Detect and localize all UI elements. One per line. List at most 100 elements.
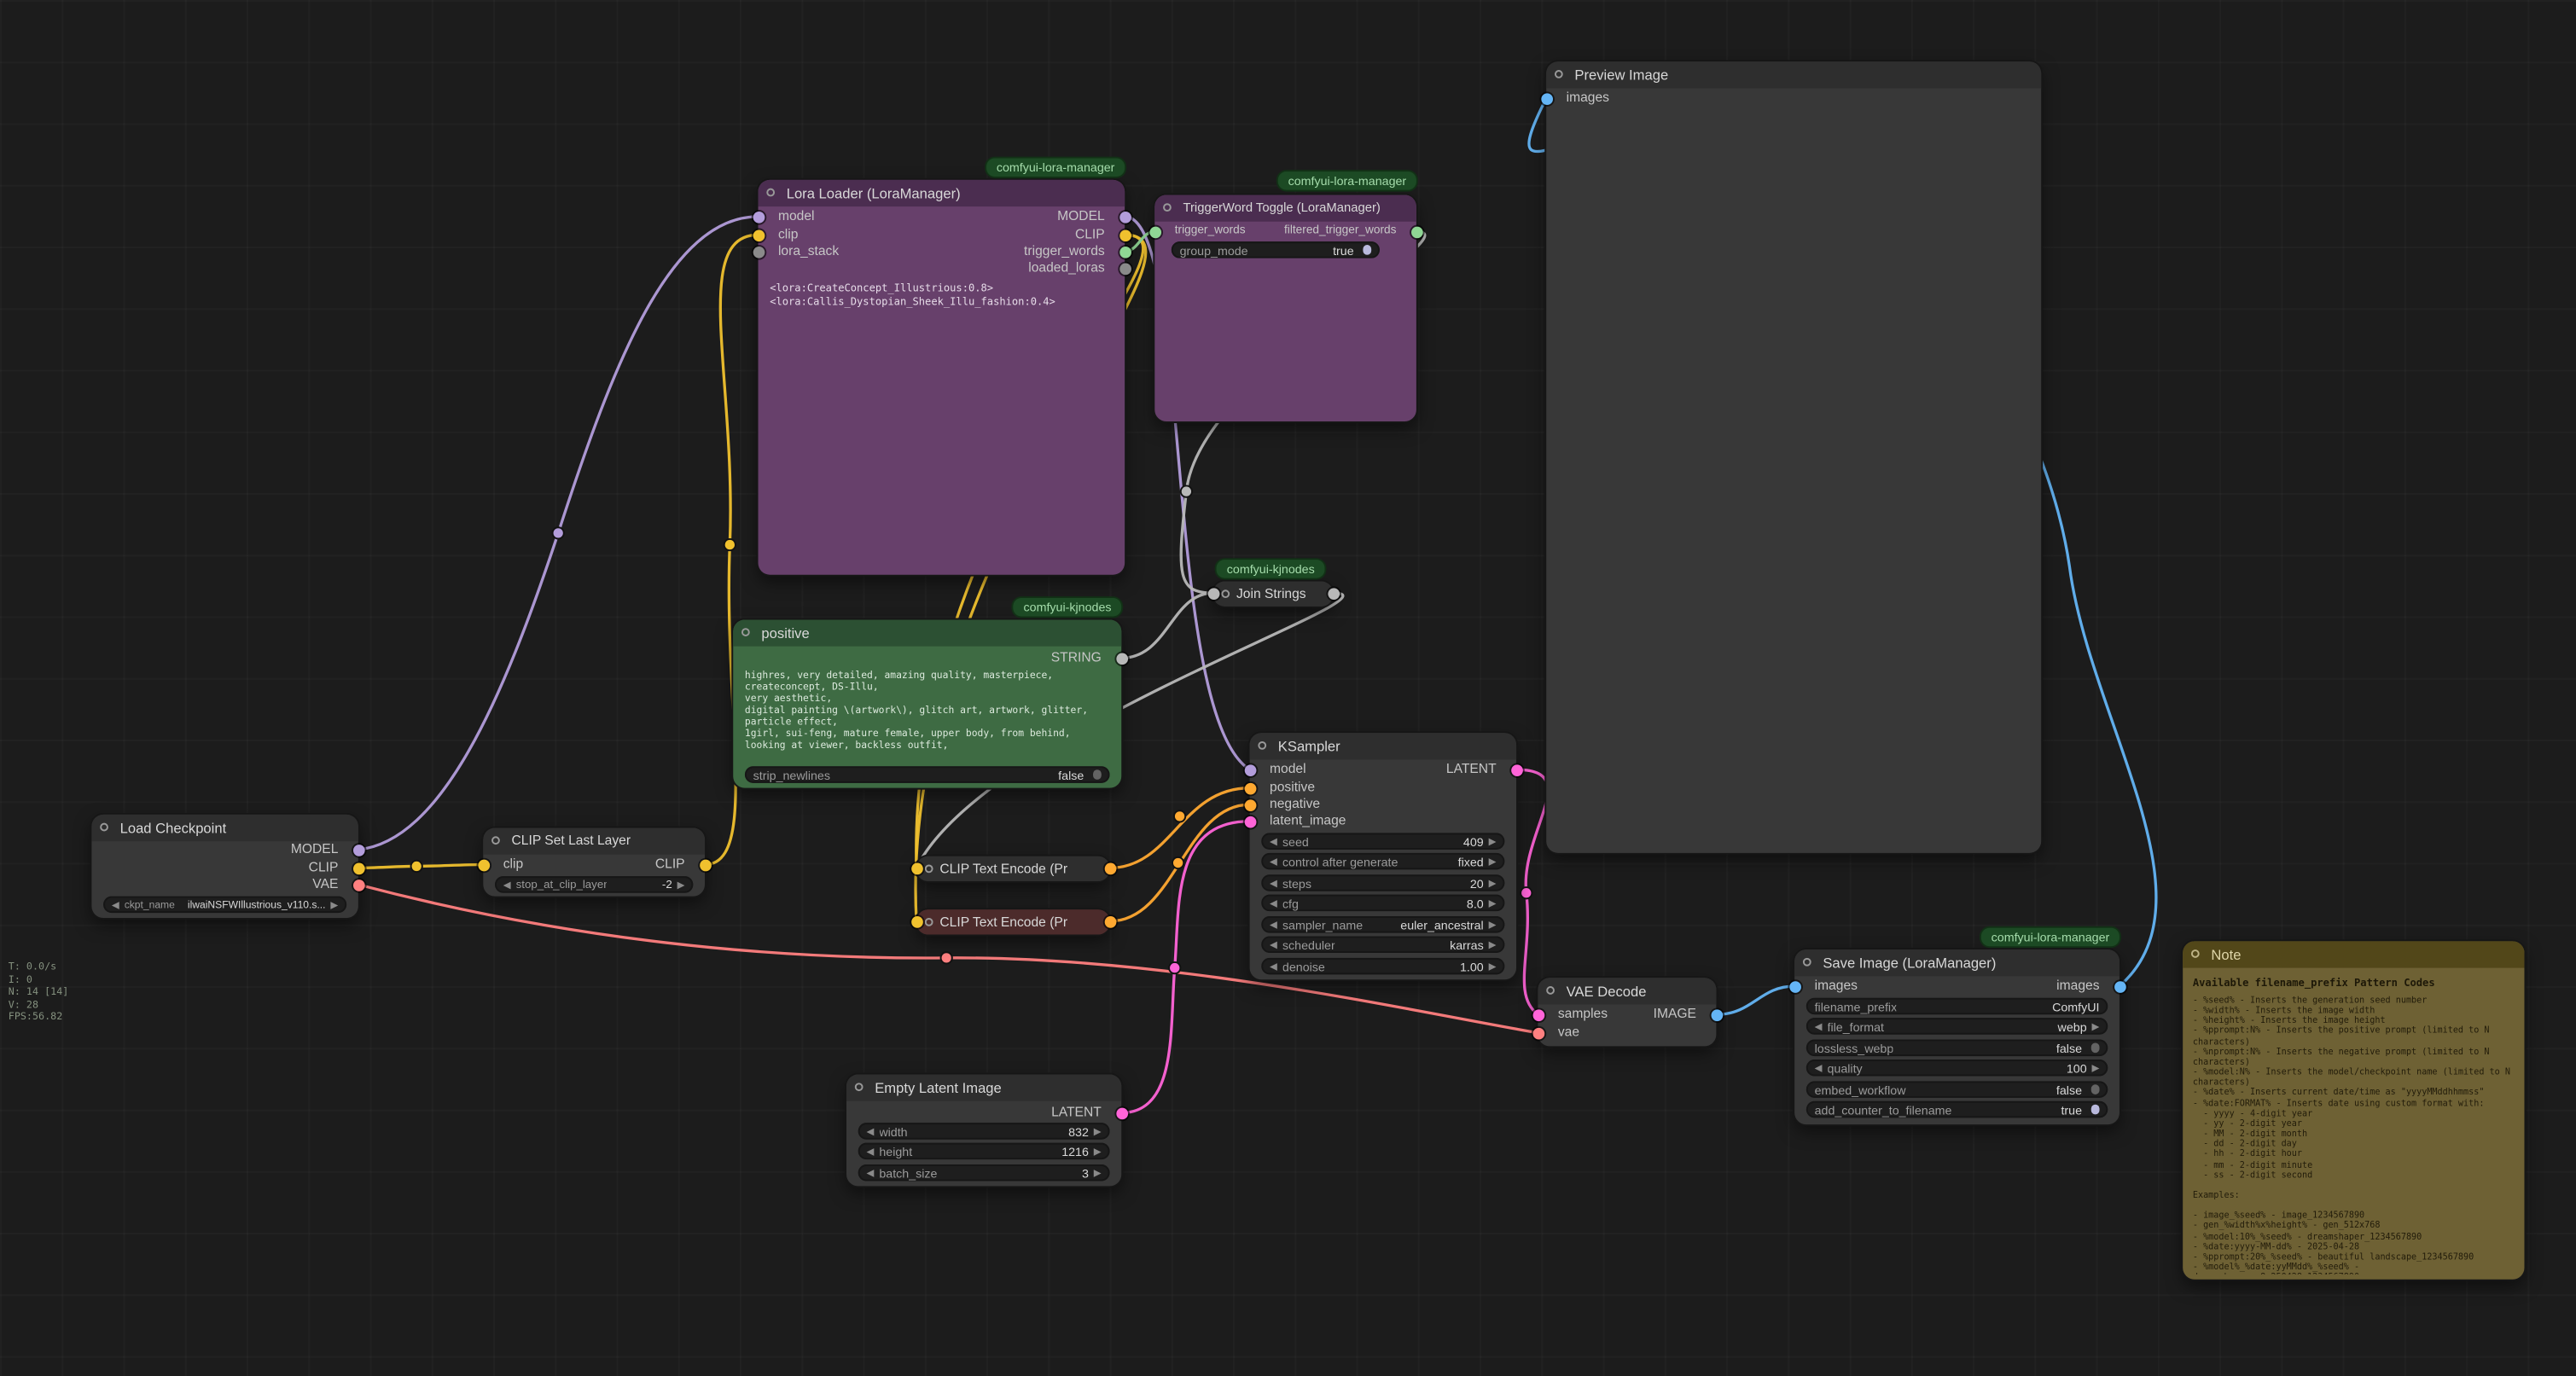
node-preview-image[interactable]: Preview Image images <box>1546 61 2041 853</box>
node-ksampler[interactable]: KSampler model positive negative latent_… <box>1250 733 1516 979</box>
widget-scheduler[interactable]: ◀ scheduler karras ▶ <box>1261 936 1504 953</box>
collapsed-input-dot[interactable] <box>910 863 922 875</box>
widget-sampler-name[interactable]: ◀ sampler_name euler_ancestral ▶ <box>1261 916 1504 933</box>
node-titlebar[interactable]: CLIP Text Encode (Pr <box>916 856 1110 881</box>
toggle-dot[interactable] <box>1362 246 1371 255</box>
slot-dot[interactable] <box>1244 816 1256 827</box>
node-join-strings[interactable]: Join Strings <box>1213 582 1334 607</box>
collapse-dot[interactable] <box>855 1083 864 1091</box>
reroute-dot[interactable] <box>553 527 564 538</box>
increment-arrow-icon[interactable]: ▶ <box>1489 897 1497 909</box>
increment-arrow-icon[interactable]: ▶ <box>330 899 338 911</box>
collapsed-output-dot[interactable] <box>1104 863 1116 875</box>
collapse-dot[interactable] <box>1221 589 1230 597</box>
node-note[interactable]: Note Available filename_prefix Pattern C… <box>2183 941 2524 1279</box>
toggle-dot[interactable] <box>2090 1085 2100 1094</box>
node-positive-prompt[interactable]: positive STRING highres, very detailed, … <box>733 619 1121 787</box>
reroute-dot[interactable] <box>941 952 952 963</box>
decrement-arrow-icon[interactable]: ◀ <box>1815 1062 1823 1074</box>
node-titlebar[interactable]: KSampler <box>1250 733 1516 759</box>
widget-height[interactable]: ◀ height 1216 ▶ <box>858 1143 1110 1160</box>
output-slot-model[interactable]: MODEL <box>91 841 358 858</box>
output-slot-image[interactable]: IMAGE <box>1538 1006 1716 1023</box>
collapse-dot[interactable] <box>100 823 108 832</box>
widget-seed[interactable]: ◀ seed 409 ▶ <box>1261 833 1504 850</box>
input-slot-images[interactable]: images <box>1546 90 2041 107</box>
slot-dot[interactable] <box>1244 782 1256 794</box>
widget-control-after-generate[interactable]: ◀ control after generate fixed ▶ <box>1261 853 1504 870</box>
widget-width[interactable]: ◀ width 832 ▶ <box>858 1123 1110 1140</box>
collapse-dot[interactable] <box>925 864 933 873</box>
decrement-arrow-icon[interactable]: ◀ <box>1270 897 1277 909</box>
slot-dot[interactable] <box>352 844 364 856</box>
node-titlebar[interactable]: Note <box>2183 941 2524 967</box>
widget-stop-at-clip-layer[interactable]: ◀ stop_at_clip_layer -2 ▶ <box>495 876 693 893</box>
collapse-dot[interactable] <box>2191 949 2200 958</box>
decrement-arrow-icon[interactable]: ◀ <box>866 1125 874 1137</box>
collapsed-output-dot[interactable] <box>1327 588 1339 600</box>
node-clip-text-encode-negative[interactable]: CLIP Text Encode (Pr <box>916 909 1110 934</box>
reroute-dot[interactable] <box>1172 857 1183 868</box>
output-slot-trigger-words[interactable]: trigger_words <box>759 243 1125 260</box>
node-titlebar[interactable]: TriggerWord Toggle (LoraManager) <box>1154 194 1416 221</box>
widget-embed-workflow[interactable]: embed_workflow false <box>1806 1081 2108 1098</box>
widget-group-mode[interactable]: group_mode true <box>1172 241 1380 258</box>
toggle-dot[interactable] <box>2090 1105 2100 1114</box>
reroute-dot[interactable] <box>411 861 422 872</box>
collapsed-input-dot[interactable] <box>1207 588 1219 600</box>
node-load-checkpoint[interactable]: Load Checkpoint MODEL CLIP VAE ◀ ckpt_na… <box>91 815 358 918</box>
node-titlebar[interactable]: CLIP Text Encode (Pr <box>916 909 1110 934</box>
increment-arrow-icon[interactable]: ▶ <box>1489 961 1497 972</box>
slot-dot[interactable] <box>2114 980 2125 992</box>
reroute-dot[interactable] <box>1174 810 1185 822</box>
node-vae-decode[interactable]: VAE Decode samples vae IMAGE <box>1538 978 1716 1046</box>
slot-dot[interactable] <box>1532 1027 1544 1039</box>
node-titlebar[interactable]: VAE Decode <box>1538 978 1716 1004</box>
reroute-dot[interactable] <box>1521 887 1532 898</box>
widget-denoise[interactable]: ◀ denoise 1.00 ▶ <box>1261 958 1504 975</box>
widget-cfg[interactable]: ◀ cfg 8.0 ▶ <box>1261 895 1504 912</box>
collapse-dot[interactable] <box>1258 741 1266 750</box>
input-slot-positive[interactable]: positive <box>1250 780 1516 797</box>
toggle-dot[interactable] <box>2090 1043 2100 1053</box>
widget-steps[interactable]: ◀ steps 20 ▶ <box>1261 874 1504 891</box>
output-slot-images[interactable]: images <box>1794 978 2120 995</box>
increment-arrow-icon[interactable]: ▶ <box>1489 938 1497 950</box>
input-slot-latent-image[interactable]: latent_image <box>1250 813 1516 830</box>
decrement-arrow-icon[interactable]: ◀ <box>1270 961 1277 972</box>
collapse-dot[interactable] <box>741 628 750 636</box>
prompt-text[interactable]: highres, very detailed, amazing quality,… <box>745 671 1110 759</box>
lora-syntax-text[interactable]: <lora:CreateConcept_Illustrious:0.8> <lo… <box>770 283 1113 308</box>
increment-arrow-icon[interactable]: ▶ <box>1094 1167 1102 1179</box>
decrement-arrow-icon[interactable]: ◀ <box>1270 835 1277 847</box>
output-slot-clip[interactable]: CLIP <box>759 227 1125 244</box>
reroute-dot[interactable] <box>1181 485 1192 496</box>
widget-lossless-webp[interactable]: lossless_webp false <box>1806 1040 2108 1057</box>
increment-arrow-icon[interactable]: ▶ <box>677 879 685 891</box>
output-slot-model[interactable]: MODEL <box>759 208 1125 225</box>
node-titlebar[interactable]: Load Checkpoint <box>91 815 358 841</box>
node-triggerword-toggle[interactable]: TriggerWord Toggle (LoraManager) trigger… <box>1154 194 1416 421</box>
output-slot-latent[interactable]: LATENT <box>1250 761 1516 778</box>
slot-dot[interactable] <box>1119 246 1131 258</box>
node-clip-set-last-layer[interactable]: CLIP Set Last Layer clip CLIP ◀ stop_at_… <box>483 828 705 897</box>
decrement-arrow-icon[interactable]: ◀ <box>112 899 119 911</box>
slot-dot[interactable] <box>1119 211 1131 223</box>
collapse-dot[interactable] <box>1803 958 1811 967</box>
widget-ckpt-name[interactable]: ◀ ckpt_name ilwaiNSFWIllustrious_v110.s.… <box>103 897 346 914</box>
reroute-dot[interactable] <box>724 539 736 550</box>
collapse-dot[interactable] <box>1546 986 1555 995</box>
increment-arrow-icon[interactable]: ▶ <box>1489 835 1497 847</box>
input-slot-vae[interactable]: vae <box>1538 1025 1716 1042</box>
node-titlebar[interactable]: Lora Loader (LoraManager) <box>759 180 1125 206</box>
node-graph-canvas[interactable]: T: 0.0/s I: 0 N: 14 [14] V: 28 FPS:56.82… <box>0 0 2576 1376</box>
toggle-dot[interactable] <box>1092 770 1102 780</box>
output-slot-latent[interactable]: LATENT <box>846 1105 1121 1122</box>
collapse-dot[interactable] <box>766 189 775 197</box>
output-slot-vae[interactable]: VAE <box>91 876 358 893</box>
slot-dot[interactable] <box>1119 229 1131 241</box>
increment-arrow-icon[interactable]: ▶ <box>1489 856 1497 868</box>
decrement-arrow-icon[interactable]: ◀ <box>866 1146 874 1158</box>
increment-arrow-icon[interactable]: ▶ <box>1489 919 1497 931</box>
decrement-arrow-icon[interactable]: ◀ <box>1815 1020 1823 1032</box>
